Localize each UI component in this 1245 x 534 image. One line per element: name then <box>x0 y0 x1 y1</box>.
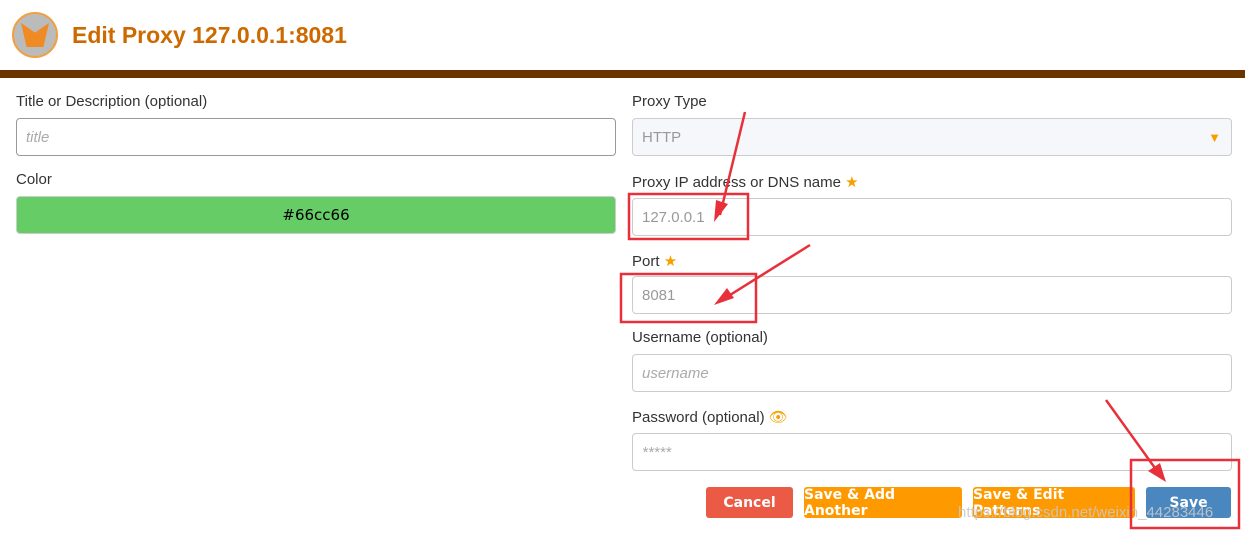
annotation-box-ip <box>627 192 750 241</box>
annotation-arrow-save <box>1104 399 1162 476</box>
annotation-arrow-port <box>721 243 811 302</box>
annotation-arrow-ip <box>718 111 747 216</box>
annotation-box-save <box>1129 458 1241 530</box>
annotation-overlay <box>619 111 1241 530</box>
annotation-box-port <box>619 272 758 324</box>
